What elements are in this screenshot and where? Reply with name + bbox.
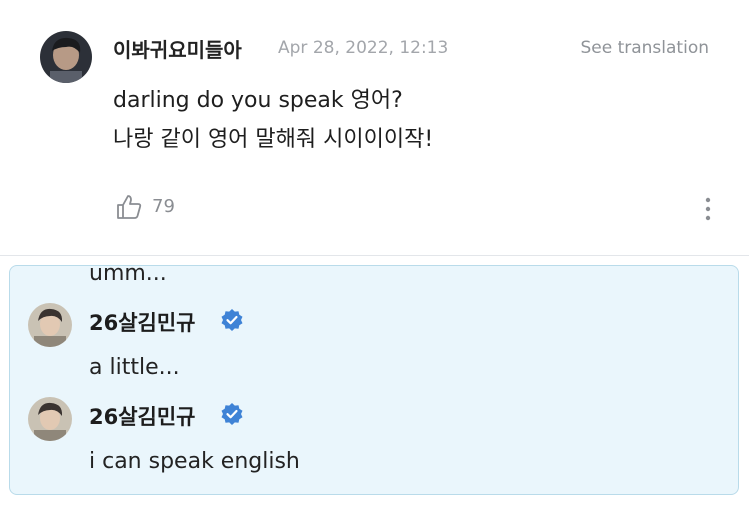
more-vertical-icon[interactable] (704, 196, 712, 222)
post-body-line-2: 나랑 같이 영어 말해줘 시이이이작! (113, 127, 434, 152)
verified-badge-icon (221, 309, 243, 331)
verified-badge-icon (221, 403, 243, 425)
divider (0, 255, 749, 256)
reply-author-name[interactable]: 26살김민규 (89, 401, 196, 431)
reply-text: a little... (89, 355, 180, 380)
thumbs-up-icon[interactable] (115, 193, 143, 221)
see-translation-link[interactable]: See translation (580, 38, 709, 58)
author-name[interactable]: 이봐귀요미들아 (113, 34, 242, 63)
reply-author-name[interactable]: 26살김민규 (89, 307, 196, 337)
like-count: 79 (152, 196, 175, 217)
reply-thread: umm... 26살김민규 a little... 26살김민규 i can s… (9, 265, 739, 495)
reply-text-partial: umm... (89, 265, 167, 286)
post-card: 이봐귀요미들아 Apr 28, 2022, 12:13 See translat… (0, 0, 749, 256)
reply-text: i can speak english (89, 449, 300, 474)
post-body-line-1: darling do you speak 영어? (113, 88, 403, 113)
post-date: Apr 28, 2022, 12:13 (278, 38, 449, 58)
reply-avatar[interactable] (28, 303, 72, 347)
author-avatar[interactable] (40, 31, 92, 83)
reply-avatar[interactable] (28, 397, 72, 441)
